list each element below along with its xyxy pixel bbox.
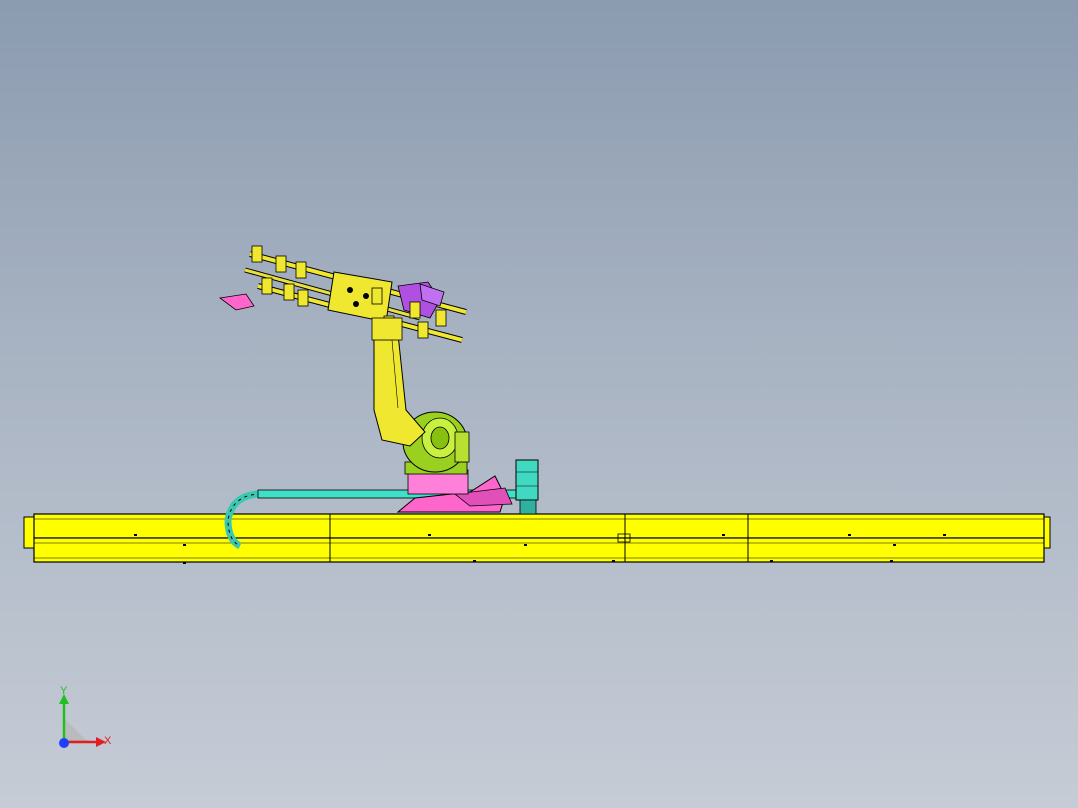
robot-wrist[interactable] bbox=[371, 317, 403, 341]
robot-lower-arm[interactable] bbox=[373, 333, 426, 447]
rail-top-beam bbox=[33, 513, 1045, 539]
x-axis-label: X bbox=[104, 735, 112, 747]
robot-base-pedestal[interactable] bbox=[396, 469, 513, 513]
assembly-scene[interactable] bbox=[0, 0, 1078, 808]
track-servo-motor[interactable] bbox=[515, 459, 539, 515]
rail-bottom-beam bbox=[33, 537, 1045, 563]
cad-3d-viewport[interactable]: Y X bbox=[0, 0, 1078, 808]
robot-end-effector-gripper[interactable] bbox=[218, 245, 467, 343]
y-axis-label: Y bbox=[60, 685, 68, 697]
coordinate-triad: Y X bbox=[59, 685, 112, 748]
linear-rail-track[interactable] bbox=[23, 513, 1051, 564]
z-axis-origin bbox=[59, 738, 69, 748]
